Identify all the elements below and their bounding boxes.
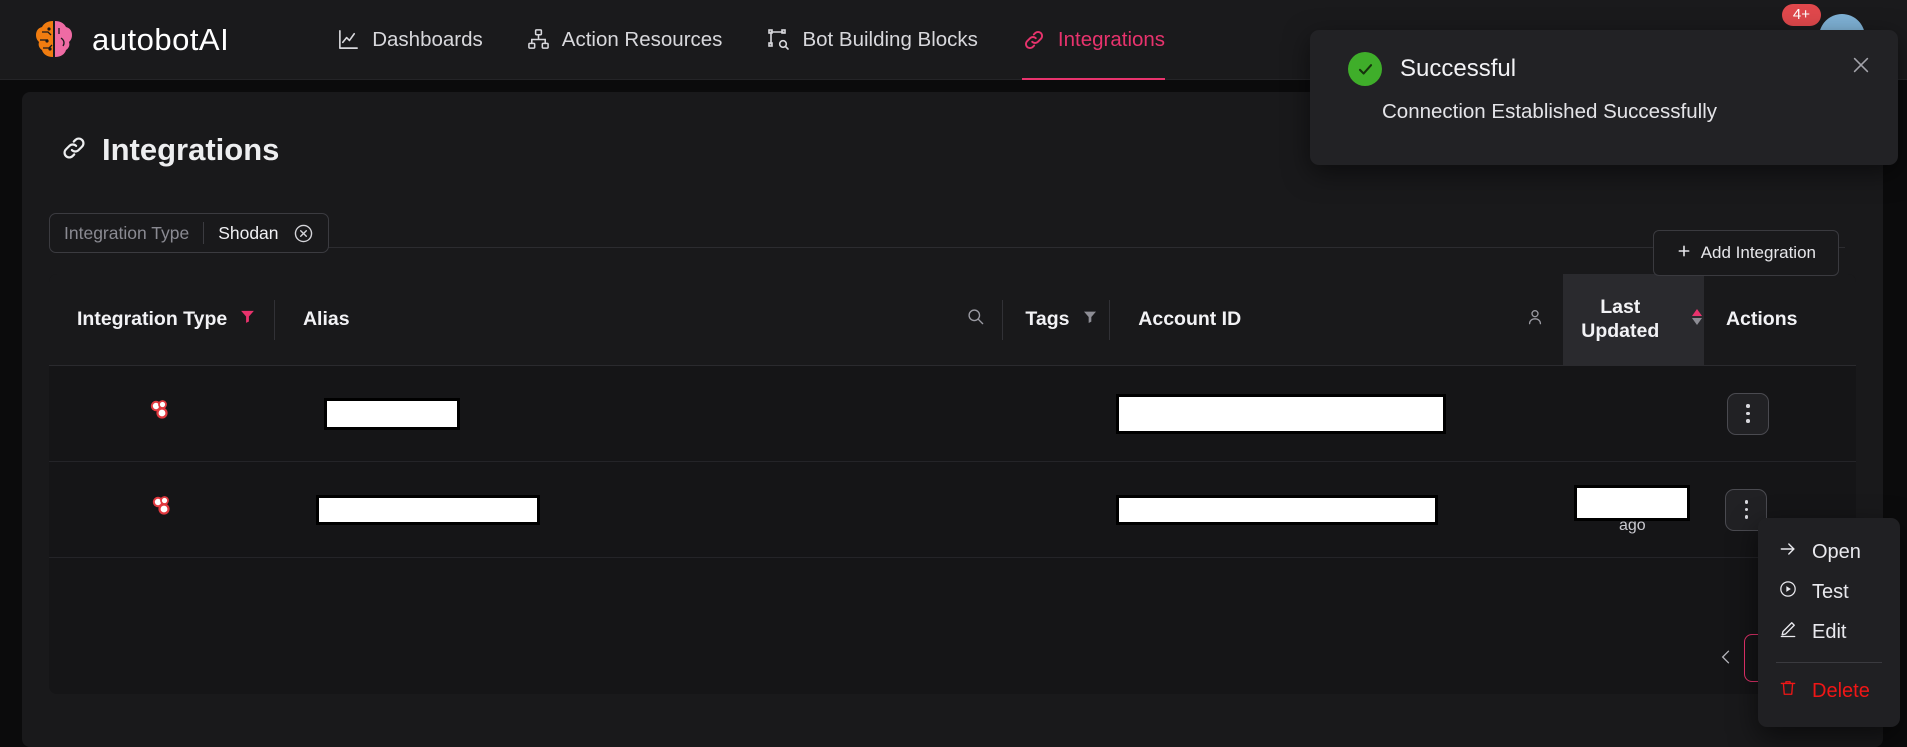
check-circle-icon <box>1348 52 1382 86</box>
column-header-alias[interactable]: Alias <box>275 274 936 365</box>
brand-logo-area[interactable]: autobotAI <box>30 16 229 64</box>
column-label-account-id: Account ID <box>1138 308 1242 330</box>
page-body: Integrations Add Integration Integration… <box>0 80 1907 747</box>
cell-last-updated <box>1565 366 1705 462</box>
brand-name-label: autobotAI <box>92 21 230 57</box>
cell-integration-type <box>49 462 274 558</box>
shodan-logo <box>145 396 175 431</box>
sitemap-icon <box>527 28 550 51</box>
cell-integration-type <box>49 366 272 462</box>
cell-account-id <box>1110 462 1441 558</box>
row-actions-context-menu: Open Test Edit Delete <box>1758 518 1900 727</box>
table-row[interactable] <box>49 366 1856 462</box>
plus-icon <box>1676 243 1692 264</box>
menu-label-open: Open <box>1812 540 1861 563</box>
redacted-account-id-value <box>1116 393 1447 434</box>
menu-item-delete[interactable]: Delete <box>1758 671 1900 711</box>
nav-item-bot-building-blocks[interactable]: Bot Building Blocks <box>766 0 978 80</box>
toast-notification: Successful Connection Established Succes… <box>1310 30 1898 165</box>
filter-icon-active[interactable] <box>239 308 256 331</box>
redacted-alias-value <box>323 397 460 430</box>
menu-item-open[interactable]: Open <box>1758 532 1900 572</box>
nav-items: Dashboards Action Resources Bot Building… <box>337 0 1166 80</box>
pagination <box>1716 647 1736 672</box>
column-header-last-updated[interactable]: Last Updated <box>1562 274 1704 365</box>
column-label-integration-type: Integration Type <box>77 308 228 330</box>
chart-line-icon <box>337 28 360 51</box>
nav-label-bot-building-blocks: Bot Building Blocks <box>802 27 978 51</box>
link-chain-icon <box>1022 28 1046 52</box>
redacted-last-updated-value <box>1574 484 1691 521</box>
menu-label-edit: Edit <box>1812 620 1847 643</box>
toast-header: Successful <box>1310 30 1898 86</box>
blocks-icon <box>766 28 790 52</box>
menu-item-test[interactable]: Test <box>1758 572 1900 612</box>
add-integration-label: Add Integration <box>1700 243 1816 262</box>
cell-tags <box>1004 462 1110 558</box>
column-header-tags[interactable]: Tags <box>1003 274 1111 365</box>
nav-item-dashboards[interactable]: Dashboards <box>337 0 483 80</box>
table-row[interactable]: ago <box>49 462 1856 558</box>
column-label-alias: Alias <box>302 308 350 330</box>
integrations-panel: Integrations Add Integration Integration… <box>22 92 1883 747</box>
column-header-search[interactable] <box>936 274 1004 365</box>
nav-label-integrations: Integrations <box>1057 27 1166 51</box>
shodan-logo <box>147 492 177 527</box>
column-label-tags: Tags <box>1025 308 1070 330</box>
menu-label-delete: Delete <box>1812 679 1870 702</box>
redacted-alias-value <box>316 494 541 525</box>
column-label-actions: Actions <box>1725 308 1798 330</box>
notification-badge[interactable]: 4+ <box>1781 4 1821 26</box>
play-circle-icon <box>1778 579 1798 605</box>
toast-message: Connection Established Successfully <box>1382 100 1718 123</box>
cell-owner <box>1446 366 1565 462</box>
menu-item-edit[interactable]: Edit <box>1758 612 1900 652</box>
cell-tags <box>991 366 1096 462</box>
page-title-link-chain-icon <box>60 134 88 167</box>
nav-item-integrations[interactable]: Integrations <box>1021 0 1166 80</box>
cell-alias <box>272 366 926 462</box>
filter-chip-value: Shodan <box>218 222 279 243</box>
column-label-last-updated: Last Updated <box>1581 295 1660 342</box>
search-icon[interactable] <box>966 307 985 332</box>
autobotai-brain-logo-icon <box>36 20 72 57</box>
sort-asc-desc-icon[interactable] <box>1690 305 1704 335</box>
column-header-owner[interactable] <box>1442 274 1563 365</box>
column-header-integration-type[interactable]: Integration Type <box>49 274 275 365</box>
toast-title: Successful <box>1400 55 1517 82</box>
cell-alias-spacer <box>926 366 991 462</box>
cell-alias <box>274 462 937 558</box>
column-header-account-id[interactable]: Account ID <box>1110 274 1442 365</box>
nav-label-action-resources: Action Resources <box>561 27 723 51</box>
filter-chip-label: Integration Type <box>64 222 190 243</box>
app-root: autobotAI Dashboards Action Resources Bo… <box>0 0 1907 747</box>
arrow-right-icon <box>1778 539 1798 565</box>
menu-label-test: Test <box>1812 580 1849 603</box>
close-x-icon[interactable] <box>1850 54 1872 81</box>
trash-icon <box>1778 678 1798 704</box>
person-icon[interactable] <box>1525 307 1545 333</box>
filter-icon[interactable] <box>1082 308 1098 331</box>
cell-actions <box>1705 366 1856 462</box>
page-header: Integrations <box>60 132 279 168</box>
page-title: Integrations <box>102 132 280 167</box>
add-integration-button[interactable]: Add Integration <box>1652 230 1839 276</box>
cell-owner <box>1441 462 1561 558</box>
kebab-menu-icon[interactable] <box>1726 392 1769 435</box>
redacted-account-id-value <box>1115 494 1438 525</box>
integrations-table: Integration Type Alias Tags Account ID L… <box>49 274 1856 694</box>
circle-x-icon[interactable] <box>293 223 314 244</box>
pencil-icon <box>1778 619 1798 645</box>
table-header-row: Integration Type Alias Tags Account ID L… <box>49 274 1856 366</box>
chevron-left-icon[interactable] <box>1716 647 1736 672</box>
filter-chip-divider <box>203 222 205 244</box>
filter-chip-integration-type[interactable]: Integration Type Shodan <box>49 213 329 253</box>
nav-label-dashboards: Dashboards <box>372 27 483 51</box>
column-header-actions: Actions <box>1704 274 1856 365</box>
cell-last-updated: ago <box>1561 462 1703 558</box>
menu-divider <box>1776 662 1882 663</box>
cell-alias-spacer <box>937 462 1003 558</box>
cell-account-id <box>1096 366 1447 462</box>
nav-item-action-resources[interactable]: Action Resources <box>527 0 723 80</box>
